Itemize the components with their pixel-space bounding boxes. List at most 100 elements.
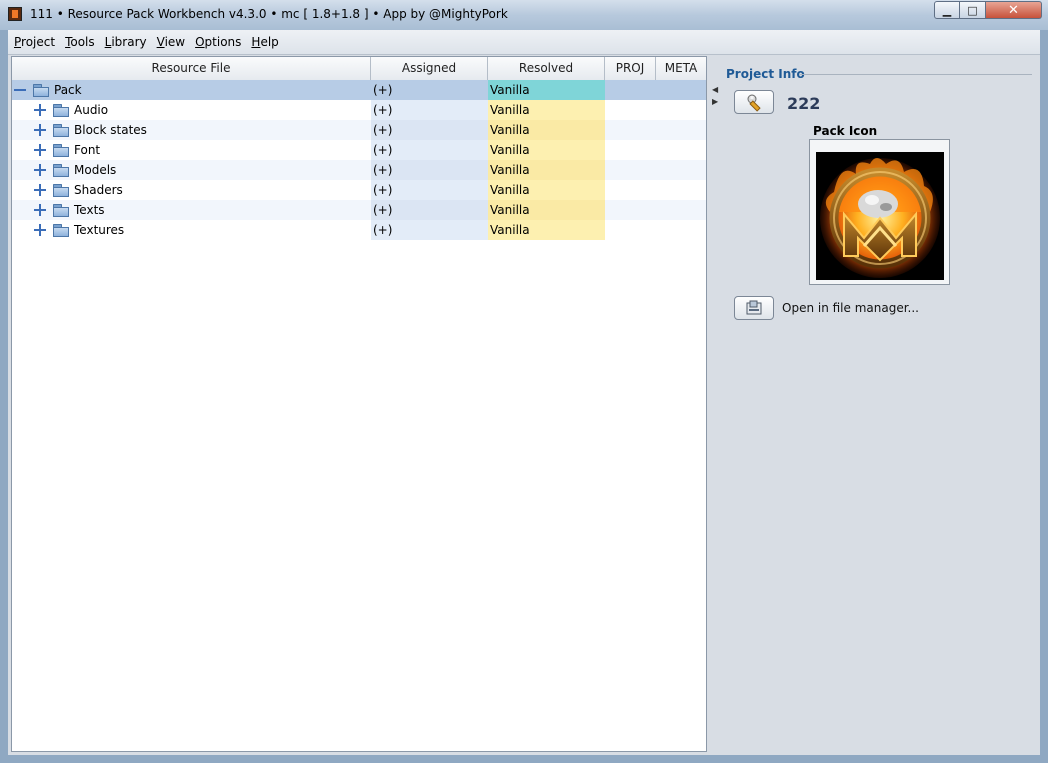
bottom-edge: [8, 752, 1040, 755]
column-header-assigned[interactable]: Assigned: [371, 57, 488, 80]
assigned-cell[interactable]: (+): [371, 140, 488, 160]
meta-cell: [656, 80, 706, 100]
column-header-resource-file[interactable]: Resource File: [12, 57, 371, 80]
tree-node-font[interactable]: Font: [12, 140, 371, 160]
resolved-cell: Vanilla: [488, 120, 605, 140]
assigned-cell[interactable]: (+): [371, 100, 488, 120]
pack-icon-frame[interactable]: [809, 139, 950, 285]
collapse-icon[interactable]: [14, 84, 26, 96]
split-pane-toggle[interactable]: ◀ ▶: [712, 84, 718, 108]
proj-cell: [605, 100, 656, 120]
assigned-cell[interactable]: (+): [371, 220, 488, 240]
resource-tree-table: Resource File Assigned Resolved PROJ MET…: [11, 56, 707, 752]
window-title: 111 • Resource Pack Workbench v4.3.0 • m…: [30, 7, 508, 21]
menu-view[interactable]: View: [151, 35, 189, 49]
table-row[interactable]: Audio (+) Vanilla: [12, 100, 706, 120]
resolved-cell: Vanilla: [488, 140, 605, 160]
menu-bar: Project Tools Library View Options Help: [8, 30, 1040, 55]
assigned-cell[interactable]: (+): [371, 180, 488, 200]
table-body: Pack (+) Vanilla Audio (+) Vanilla Block…: [12, 80, 706, 240]
folder-icon: [53, 224, 69, 237]
node-label: Shaders: [74, 183, 123, 197]
proj-cell: [605, 200, 656, 220]
menu-project[interactable]: Project: [8, 35, 59, 49]
minimize-icon: ▁: [942, 3, 952, 17]
table-row[interactable]: Pack (+) Vanilla: [12, 80, 706, 100]
table-row[interactable]: Textures (+) Vanilla: [12, 220, 706, 240]
table-row[interactable]: Font (+) Vanilla: [12, 140, 706, 160]
section-divider: [800, 74, 1032, 75]
client-area: Project Tools Library View Options Help …: [8, 30, 1040, 755]
expand-icon[interactable]: [34, 104, 46, 116]
column-header-meta[interactable]: META: [656, 57, 706, 80]
expand-icon[interactable]: [34, 184, 46, 196]
folder-icon: [53, 144, 69, 157]
collapse-right-icon[interactable]: ▶: [712, 96, 718, 108]
proj-cell: [605, 220, 656, 240]
minimize-button[interactable]: ▁: [934, 1, 960, 19]
menu-options[interactable]: Options: [189, 35, 245, 49]
resolved-cell: Vanilla: [488, 180, 605, 200]
pack-icon-label: Pack Icon: [813, 124, 878, 138]
close-icon: ✕: [1008, 2, 1019, 18]
table-row[interactable]: Texts (+) Vanilla: [12, 200, 706, 220]
project-info-panel: ◀ ▶ Project Info 222 Pack Icon Open in f…: [710, 56, 1040, 755]
resolved-cell: Vanilla: [488, 200, 605, 220]
proj-cell: [605, 120, 656, 140]
table-header: Resource File Assigned Resolved PROJ MET…: [12, 57, 706, 81]
node-label: Models: [74, 163, 117, 177]
open-file-manager-label[interactable]: Open in file manager...: [782, 301, 919, 315]
tree-node-textures[interactable]: Textures: [12, 220, 371, 240]
resolved-cell: Vanilla: [488, 80, 605, 100]
expand-icon[interactable]: [34, 224, 46, 236]
menu-tools[interactable]: Tools: [59, 35, 99, 49]
tree-node-models[interactable]: Models: [12, 160, 371, 180]
edit-project-button[interactable]: [734, 90, 774, 114]
app-window: 111 • Resource Pack Workbench v4.3.0 • m…: [0, 0, 1048, 763]
collapse-left-icon[interactable]: ◀: [712, 84, 718, 96]
maximize-button[interactable]: □: [960, 1, 986, 19]
expand-icon[interactable]: [34, 204, 46, 216]
menu-help[interactable]: Help: [245, 35, 282, 49]
node-label: Pack: [54, 83, 82, 97]
meta-cell: [656, 100, 706, 120]
window-controls: ▁ □ ✕: [934, 1, 1042, 20]
expand-icon[interactable]: [34, 164, 46, 176]
assigned-cell[interactable]: (+): [371, 80, 488, 100]
tree-node-shaders[interactable]: Shaders: [12, 180, 371, 200]
assigned-cell[interactable]: (+): [371, 200, 488, 220]
node-label: Audio: [74, 103, 109, 117]
meta-cell: [656, 220, 706, 240]
folder-icon: [53, 184, 69, 197]
node-label: Texts: [74, 203, 105, 217]
expand-icon[interactable]: [34, 124, 46, 136]
assigned-cell[interactable]: (+): [371, 120, 488, 140]
proj-cell: [605, 180, 656, 200]
project-name: 222: [787, 94, 821, 113]
menu-library[interactable]: Library: [99, 35, 151, 49]
close-button[interactable]: ✕: [986, 1, 1042, 19]
folder-icon: [53, 164, 69, 177]
resolved-cell: Vanilla: [488, 100, 605, 120]
tree-node-pack[interactable]: Pack: [12, 80, 371, 100]
tree-node-audio[interactable]: Audio: [12, 100, 371, 120]
column-header-proj[interactable]: PROJ: [605, 57, 656, 80]
node-label: Block states: [74, 123, 147, 137]
title-bar[interactable]: 111 • Resource Pack Workbench v4.3.0 • m…: [0, 0, 1048, 30]
table-row[interactable]: Block states (+) Vanilla: [12, 120, 706, 140]
tree-node-texts[interactable]: Texts: [12, 200, 371, 220]
table-row[interactable]: Models (+) Vanilla: [12, 160, 706, 180]
column-header-resolved[interactable]: Resolved: [488, 57, 605, 80]
folder-icon: [53, 204, 69, 217]
expand-icon[interactable]: [34, 144, 46, 156]
assigned-cell[interactable]: (+): [371, 160, 488, 180]
table-row[interactable]: Shaders (+) Vanilla: [12, 180, 706, 200]
wrench-icon: [747, 94, 761, 112]
open-file-manager-button[interactable]: [734, 296, 774, 320]
node-label: Textures: [74, 223, 125, 237]
project-info-title: Project Info: [726, 67, 805, 81]
folder-open-icon: [746, 300, 762, 315]
meta-cell: [656, 180, 706, 200]
node-label: Font: [74, 143, 101, 157]
tree-node-block-states[interactable]: Block states: [12, 120, 371, 140]
